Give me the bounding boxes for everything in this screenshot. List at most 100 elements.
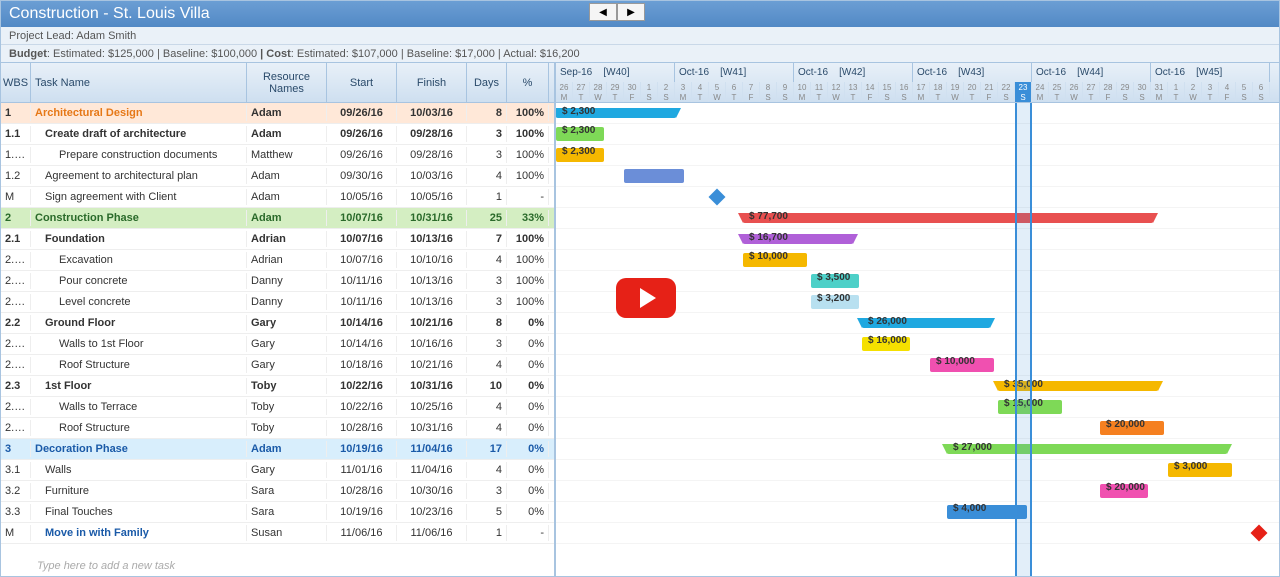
bar-cost-label: $ 3,000 (1174, 461, 1207, 472)
task-bar[interactable]: $ 3,000 (1168, 463, 1232, 477)
summary-bar[interactable]: $ 26,000 (862, 318, 990, 328)
task-bar[interactable]: $ 2,300 (556, 127, 604, 141)
start-cell: 11/01/16 (327, 462, 397, 478)
task-name-cell[interactable]: Ground Floor (31, 315, 247, 331)
task-row[interactable]: MSign agreement with ClientAdam10/05/161… (1, 187, 554, 208)
task-name-cell[interactable]: Final Touches (31, 504, 247, 520)
day-header: 30F (624, 82, 641, 102)
task-row[interactable]: 3.1WallsGary11/01/1611/04/1640% (1, 460, 554, 481)
nav-next-button[interactable]: ▶ (617, 3, 645, 21)
col-finish[interactable]: Finish (397, 63, 467, 102)
task-bar[interactable]: $ 16,000 (862, 337, 910, 351)
day-header: 26W (1066, 82, 1083, 102)
day-header: 12W (828, 82, 845, 102)
play-button-icon[interactable] (616, 278, 676, 318)
col-days[interactable]: Days (467, 63, 507, 102)
task-row[interactable]: 2.31st FloorToby10/22/1610/31/16100% (1, 376, 554, 397)
wbs-cell: 2.3.2 (1, 420, 31, 436)
task-row[interactable]: 2.2.1Walls to 1st FloorGary10/14/1610/16… (1, 334, 554, 355)
resource-cell: Toby (247, 399, 327, 415)
task-row[interactable]: 1.1.1Prepare construction documentsMatth… (1, 145, 554, 166)
col-start[interactable]: Start (327, 63, 397, 102)
finish-cell: 10/13/16 (397, 273, 467, 289)
summary-bar[interactable]: $ 2,300 (556, 108, 676, 118)
task-bar[interactable]: $ 10,000 (930, 358, 994, 372)
gantt-row: $ 4,000 (556, 502, 1279, 523)
task-row[interactable]: 1.2Agreement to architectural planAdam09… (1, 166, 554, 187)
task-name-cell[interactable]: Construction Phase (31, 210, 247, 226)
gantt-row: $ 16,700 (556, 229, 1279, 250)
task-row[interactable]: 2Construction PhaseAdam10/07/1610/31/162… (1, 208, 554, 229)
bar-cost-label: $ 20,000 (1106, 482, 1145, 493)
task-bar[interactable]: $ 20,000 (1100, 421, 1164, 435)
task-row[interactable]: 2.1.2Pour concreteDanny10/11/1610/13/163… (1, 271, 554, 292)
day-header: 6T (726, 82, 743, 102)
task-row[interactable]: 2.2.2Roof StructureGary10/18/1610/21/164… (1, 355, 554, 376)
days-cell: 8 (467, 105, 507, 121)
task-name-cell[interactable]: Walls to 1st Floor (31, 336, 247, 352)
day-header: 31M (1151, 82, 1168, 102)
task-name-cell[interactable]: Architectural Design (31, 105, 247, 121)
task-row[interactable]: 3.3Final TouchesSara10/19/1610/23/1650% (1, 502, 554, 523)
task-bar[interactable] (624, 169, 684, 183)
wbs-cell: 3 (1, 441, 31, 457)
task-row[interactable]: 2.1.1ExcavationAdrian10/07/1610/10/16410… (1, 250, 554, 271)
col-pct[interactable]: % (507, 63, 549, 102)
task-row[interactable]: 1Architectural DesignAdam09/26/1610/03/1… (1, 103, 554, 124)
task-name-cell[interactable]: Furniture (31, 483, 247, 499)
day-header: 22S (998, 82, 1015, 102)
task-name-cell[interactable]: Walls to Terrace (31, 399, 247, 415)
task-name-cell[interactable]: 1st Floor (31, 378, 247, 394)
finish-cell: 10/03/16 (397, 168, 467, 184)
days-cell: 5 (467, 504, 507, 520)
summary-bar[interactable]: $ 16,700 (743, 234, 853, 244)
task-row[interactable]: 3.2FurnitureSara10/28/1610/30/1630% (1, 481, 554, 502)
task-name-cell[interactable]: Roof Structure (31, 357, 247, 373)
task-bar[interactable]: $ 2,300 (556, 148, 604, 162)
task-name-cell[interactable]: Walls (31, 462, 247, 478)
task-name-cell[interactable]: Create draft of architecture (31, 126, 247, 142)
new-task-input[interactable]: Type here to add a new task (1, 556, 554, 576)
task-row[interactable]: 3Decoration PhaseAdam10/19/1611/04/16170… (1, 439, 554, 460)
task-name-cell[interactable]: Excavation (31, 252, 247, 268)
finish-cell: 10/21/16 (397, 357, 467, 373)
task-row[interactable]: 1.1Create draft of architectureAdam09/26… (1, 124, 554, 145)
task-row[interactable]: 2.1FoundationAdrian10/07/1610/13/167100% (1, 229, 554, 250)
gantt-row: $ 27,000 (556, 439, 1279, 460)
task-row[interactable]: MMove in with FamilySusan11/06/1611/06/1… (1, 523, 554, 544)
finish-cell: 10/31/16 (397, 210, 467, 226)
day-header: 18T (930, 82, 947, 102)
task-bar[interactable]: $ 20,000 (1100, 484, 1148, 498)
milestone-diamond[interactable] (1251, 525, 1268, 542)
summary-bar[interactable]: $ 27,000 (947, 444, 1227, 454)
task-bar[interactable]: $ 10,000 (743, 253, 807, 267)
resource-cell: Matthew (247, 147, 327, 163)
task-name-cell[interactable]: Agreement to architectural plan (31, 168, 247, 184)
task-bar[interactable]: $ 3,200 (811, 295, 859, 309)
task-name-cell[interactable]: Foundation (31, 231, 247, 247)
task-name-cell[interactable]: Prepare construction documents (31, 147, 247, 163)
day-header: 6S (1253, 82, 1270, 102)
day-header: 27T (1083, 82, 1100, 102)
task-name-cell[interactable]: Sign agreement with Client (31, 189, 247, 205)
task-row[interactable]: 2.2Ground FloorGary10/14/1610/21/1680% (1, 313, 554, 334)
start-cell: 11/06/16 (327, 525, 397, 541)
day-header: 11T (811, 82, 828, 102)
task-name-cell[interactable]: Move in with Family (31, 525, 247, 541)
milestone-diamond[interactable] (709, 189, 726, 206)
nav-prev-button[interactable]: ◀ (589, 3, 617, 21)
col-wbs[interactable]: WBS (1, 63, 31, 102)
task-name-cell[interactable]: Level concrete (31, 294, 247, 310)
col-resource[interactable]: Resource Names (247, 63, 327, 102)
task-bar[interactable]: $ 3,500 (811, 274, 859, 288)
col-task[interactable]: Task Name (31, 63, 247, 102)
task-name-cell[interactable]: Pour concrete (31, 273, 247, 289)
wbs-cell: 2.2.2 (1, 357, 31, 373)
task-name-cell[interactable]: Decoration Phase (31, 441, 247, 457)
task-row[interactable]: 2.3.1Walls to TerraceToby10/22/1610/25/1… (1, 397, 554, 418)
pct-cell: 0% (507, 399, 549, 415)
task-name-cell[interactable]: Roof Structure (31, 420, 247, 436)
task-row[interactable]: 2.1.3Level concreteDanny10/11/1610/13/16… (1, 292, 554, 313)
summary-bar[interactable]: $ 77,700 (743, 213, 1153, 223)
task-row[interactable]: 2.3.2Roof StructureToby10/28/1610/31/164… (1, 418, 554, 439)
